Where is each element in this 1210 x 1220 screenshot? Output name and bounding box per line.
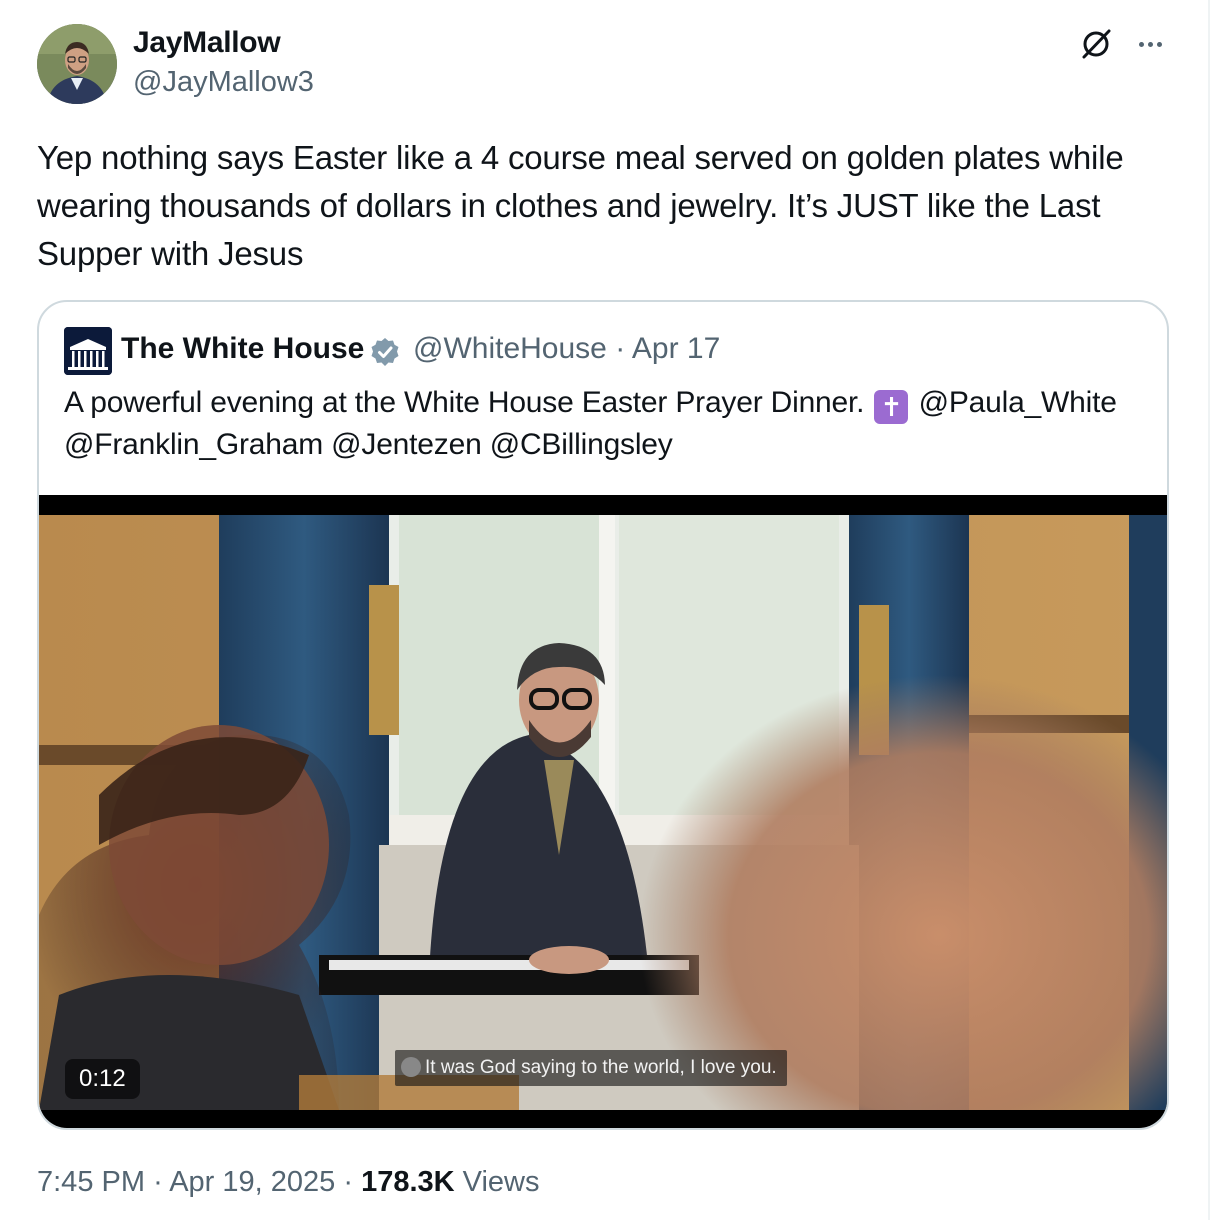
- quoted-author-meta[interactable]: @WhiteHouse · Apr 17: [413, 332, 720, 366]
- author-avatar[interactable]: [37, 24, 117, 104]
- views-count[interactable]: 178.3K: [361, 1166, 455, 1198]
- quoted-author-name[interactable]: The White House: [121, 332, 364, 366]
- more-icon[interactable]: [1132, 28, 1168, 60]
- author-name[interactable]: JayMallow: [133, 26, 281, 60]
- video-frame: [39, 515, 1167, 1110]
- tweet-container: JayMallow @JayMallow3 Yep nothing says E…: [0, 0, 1210, 1220]
- quoted-tweet-card[interactable]: The White House @WhiteHouse · Apr 17 A p…: [37, 300, 1169, 1130]
- quoted-tweet-date[interactable]: Apr 17: [632, 332, 720, 365]
- latin-cross-emoji: ✝: [874, 390, 909, 424]
- tweet-text: Yep nothing says Easter like a 4 course …: [37, 139, 1124, 272]
- meta-separator: ·: [615, 332, 626, 365]
- video-caption: It was God saying to the world, I love y…: [395, 1050, 787, 1086]
- more-dot: [1156, 41, 1162, 47]
- quoted-author-handle[interactable]: @WhiteHouse: [413, 332, 607, 365]
- quoted-tweet-text: A powerful evening at the White House Ea…: [64, 382, 1154, 466]
- tweet-time[interactable]: 7:45 PM: [37, 1166, 145, 1198]
- caption-text: It was God saying to the world, I love y…: [425, 1057, 777, 1078]
- tweet-metadata: 7:45 PM · Apr 19, 2025 · 178.3K Views: [37, 1166, 540, 1199]
- video-duration-badge: 0:12: [65, 1059, 140, 1099]
- meta-separator: ·: [153, 1166, 163, 1198]
- video-player[interactable]: It was God saying to the world, I love y…: [39, 495, 1167, 1128]
- meta-separator: ·: [343, 1166, 354, 1198]
- more-dot: [1138, 41, 1144, 47]
- white-house-logo[interactable]: [64, 327, 112, 375]
- grok-icon[interactable]: [1078, 26, 1114, 62]
- more-dot: [1147, 41, 1153, 47]
- author-handle[interactable]: @JayMallow3: [133, 66, 314, 99]
- tweet-date[interactable]: Apr 19, 2025: [169, 1166, 335, 1198]
- views-label[interactable]: Views: [463, 1166, 540, 1198]
- quoted-text-main: A powerful evening at the White House Ea…: [64, 386, 865, 419]
- speaker-avatar-icon: [401, 1057, 421, 1077]
- verified-badge-icon: [369, 336, 401, 368]
